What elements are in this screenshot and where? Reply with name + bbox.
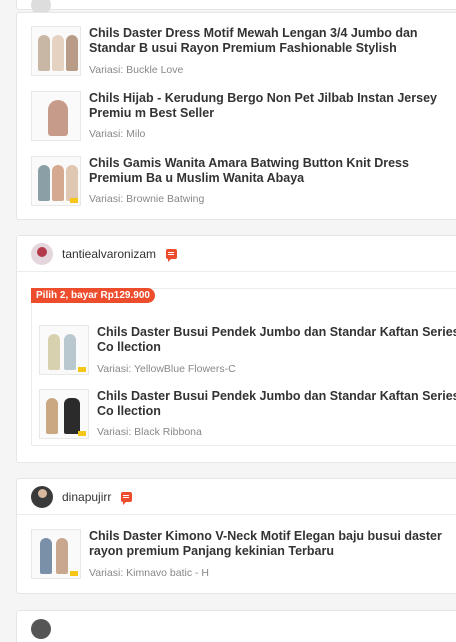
product-variant: Variasi: Brownie Batwing <box>89 193 205 205</box>
product-image[interactable] <box>31 26 81 76</box>
list-item[interactable]: Chils Gamis Wanita Amara Batwing Button … <box>31 156 456 214</box>
product-title[interactable]: Chils Daster Kimono V-Neck Motif Elegan … <box>89 529 456 559</box>
product-title[interactable]: Chils Gamis Wanita Amara Batwing Button … <box>89 156 456 186</box>
avatar[interactable] <box>31 619 51 639</box>
avatar[interactable] <box>31 242 53 265</box>
chat-icon[interactable] <box>121 491 133 505</box>
product-image[interactable] <box>39 389 89 439</box>
order-card-3: dinapujirr Chils Daster Kimono V-Neck Mo… <box>16 478 456 594</box>
chat-icon[interactable] <box>166 248 178 262</box>
seller-header[interactable]: dinapujirr <box>17 479 456 515</box>
product-variant: Variasi: Black Ribbona <box>97 426 202 438</box>
list-item[interactable]: Chils Daster Busui Pendek Jumbo dan Stan… <box>39 389 456 447</box>
product-title[interactable]: Chils Daster Dress Motif Mewah Lengan 3/… <box>89 26 456 56</box>
product-title[interactable]: Chils Daster Busui Pendek Jumbo dan Stan… <box>97 325 456 355</box>
order-card-4 <box>16 610 456 642</box>
order-card-1: Chils Daster Dress Motif Mewah Lengan 3/… <box>16 12 456 220</box>
list-item[interactable]: Chils Hijab - Kerudung Bergo Non Pet Jil… <box>31 91 456 149</box>
order-card-2: tantiealvaronizam Pilih 2, bayar Rp129.9… <box>16 235 456 463</box>
product-variant: Variasi: Buckle Love <box>89 64 184 76</box>
promo-bundle: Pilih 2, bayar Rp129.900 Chils Daster Bu… <box>31 288 456 446</box>
list-item[interactable]: Chils Daster Kimono V-Neck Motif Elegan … <box>31 529 456 587</box>
product-variant: Variasi: Kimnavo batic - H <box>89 567 210 579</box>
product-variant: Variasi: Milo <box>89 128 146 140</box>
product-image[interactable] <box>31 156 81 206</box>
order-card-0 <box>16 0 456 15</box>
product-variant: Variasi: YellowBlue Flowers-C <box>97 363 236 375</box>
list-item[interactable]: Chils Daster Dress Motif Mewah Lengan 3/… <box>31 26 456 84</box>
list-item[interactable]: Chils Daster Busui Pendek Jumbo dan Stan… <box>39 325 456 383</box>
seller-username[interactable]: dinapujirr <box>62 490 111 504</box>
avatar[interactable] <box>31 485 53 508</box>
product-image[interactable] <box>39 325 89 375</box>
product-title[interactable]: Chils Daster Busui Pendek Jumbo dan Stan… <box>97 389 456 419</box>
product-title[interactable]: Chils Hijab - Kerudung Bergo Non Pet Jil… <box>89 91 456 121</box>
product-image[interactable] <box>31 529 81 579</box>
product-image[interactable] <box>31 91 81 141</box>
seller-header[interactable]: tantiealvaronizam <box>17 236 456 272</box>
promo-badge: Pilih 2, bayar Rp129.900 <box>31 288 155 303</box>
seller-username[interactable]: tantiealvaronizam <box>62 247 156 261</box>
